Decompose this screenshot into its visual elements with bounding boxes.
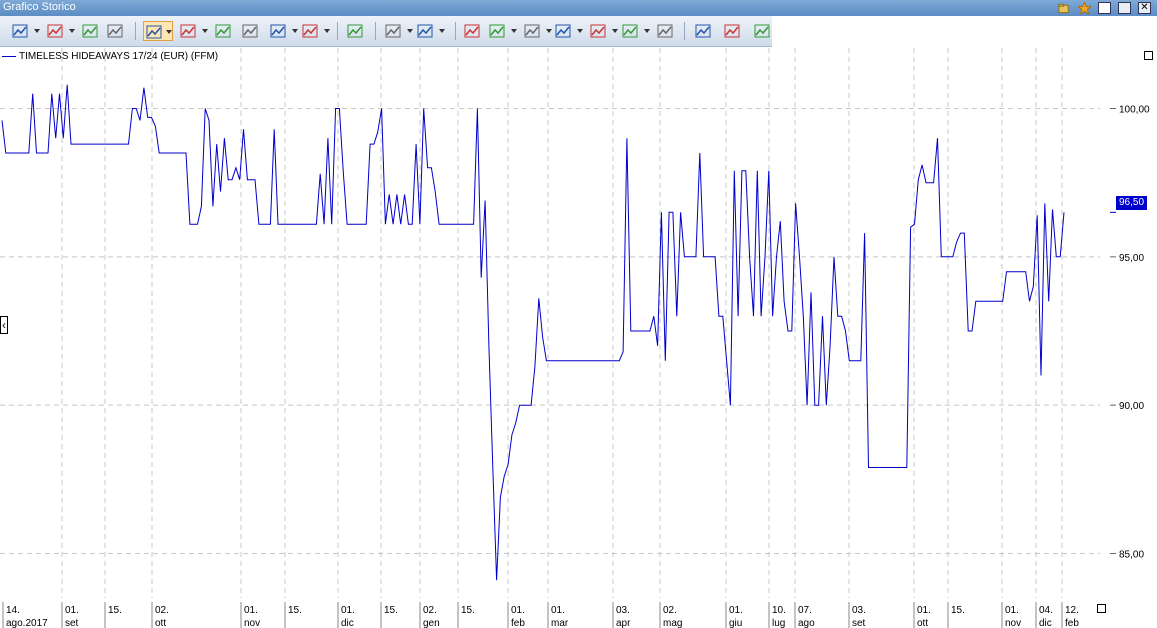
x-tick-day: 15. [108, 605, 122, 616]
x-tick-day: 03. [852, 605, 866, 616]
cursor-icon[interactable] [522, 21, 552, 41]
add-indicator-icon[interactable] [80, 21, 102, 41]
x-tick-day: 02. [155, 605, 169, 616]
x-tick-day: 04. [1039, 605, 1053, 616]
notes-icon[interactable] [620, 21, 650, 41]
x-tick-day: 15. [384, 605, 398, 616]
zoom-icon[interactable] [487, 21, 517, 41]
x-tick-day: 07. [798, 605, 812, 616]
x-tick-day: 01. [511, 605, 525, 616]
x-tick-month: gen [423, 618, 440, 628]
y-tick-label: 95,00 [1119, 253, 1144, 264]
x-tick-day: 15. [288, 605, 302, 616]
restore-button[interactable] [1118, 2, 1131, 14]
x-tick-day: 14. [6, 605, 20, 616]
x-tick-month: giu [729, 618, 742, 628]
series-line [1, 84, 1065, 581]
x-tick-day: 01. [65, 605, 79, 616]
x-tick-month: ago [798, 618, 815, 628]
x-tick-month: mag [663, 618, 682, 628]
pen-icon[interactable] [553, 21, 583, 41]
x-tick-month: feb [511, 618, 525, 628]
close-button[interactable]: ✕ [1138, 2, 1151, 14]
x-tick-month: dic [1039, 618, 1052, 628]
copy-icon[interactable] [693, 21, 715, 41]
chart-type-icon[interactable] [10, 21, 40, 41]
favorite-star-icon[interactable] [1078, 2, 1091, 14]
x-tick-month: set [852, 618, 866, 628]
clipboard-icon[interactable] [655, 21, 677, 41]
close-chart-icon[interactable] [1144, 51, 1153, 60]
y-tick-label: 85,00 [1119, 550, 1144, 561]
x-tick-month: ott [917, 618, 928, 628]
candlestick-icon[interactable] [268, 21, 298, 41]
window-titlebar: Grafico Storico ✕ [0, 0, 1157, 16]
compare-icon[interactable] [45, 21, 75, 41]
x-tick-day: 03. [616, 605, 630, 616]
x-tick-day: 01. [1005, 605, 1019, 616]
shape-icon[interactable] [588, 21, 618, 41]
y-tick-label: 90,00 [1119, 401, 1144, 412]
toolbar [0, 16, 1157, 47]
x-tick-day: 01. [341, 605, 355, 616]
print-icon[interactable] [722, 21, 744, 41]
grid-icon[interactable] [415, 21, 445, 41]
x-tick-day: 02. [663, 605, 677, 616]
x-tick-day: 01. [551, 605, 565, 616]
folder-star-icon[interactable] [1058, 2, 1071, 14]
collapse-panel-icon[interactable]: ‹ [0, 316, 8, 334]
legend-line-swatch [2, 55, 16, 57]
style-icon[interactable] [383, 21, 413, 41]
x-tick-day: 01. [917, 605, 931, 616]
x-tick-day: 12. [1065, 605, 1079, 616]
x-tick-month: lug [772, 618, 785, 628]
bar-chart-icon[interactable] [213, 21, 235, 41]
x-tick-month: set [65, 618, 79, 628]
minimize-button[interactable] [1098, 2, 1111, 14]
x-tick-day: 02. [423, 605, 437, 616]
line-chart-icon[interactable] [143, 21, 173, 41]
legend-label: TIMELESS HIDEAWAYS 17/24 (EUR) (FFM) [19, 51, 219, 62]
indicators-icon[interactable] [300, 21, 330, 41]
drawing-line-icon[interactable] [178, 21, 208, 41]
export-icon[interactable] [752, 21, 774, 41]
close-axis-icon[interactable] [1097, 604, 1106, 613]
chart-legend: TIMELESS HIDEAWAYS 17/24 (EUR) (FFM) [2, 51, 218, 62]
x-tick-month: ott [155, 618, 166, 628]
window-title: Grafico Storico [3, 1, 76, 13]
trend-icon[interactable] [345, 21, 367, 41]
x-tick-month: apr [616, 618, 631, 628]
x-tick-day: 01. [244, 605, 258, 616]
price-chart[interactable]: 100,00 95,00 90,00 85,00 14. ago.2017 01. set 1… [0, 0, 1157, 628]
x-tick-month: nov [1005, 618, 1021, 628]
x-tick-month: mar [551, 618, 569, 628]
delete-drawing-icon[interactable] [462, 21, 484, 41]
x-tick-month: ago.2017 [6, 618, 48, 628]
x-tick-day: 01. [729, 605, 743, 616]
x-tick-day: 15. [951, 605, 965, 616]
x-tick-day: 10. [772, 605, 786, 616]
x-tick-day: 15. [461, 605, 475, 616]
current-price-label: 96,50 [1116, 196, 1147, 210]
x-tick-month: nov [244, 618, 260, 628]
ohlc-icon[interactable] [240, 21, 262, 41]
x-tick-month: dic [341, 618, 354, 628]
x-tick-month: feb [1065, 618, 1079, 628]
y-tick-label: 100,00 [1119, 105, 1150, 116]
remove-indicator-icon[interactable] [105, 21, 127, 41]
